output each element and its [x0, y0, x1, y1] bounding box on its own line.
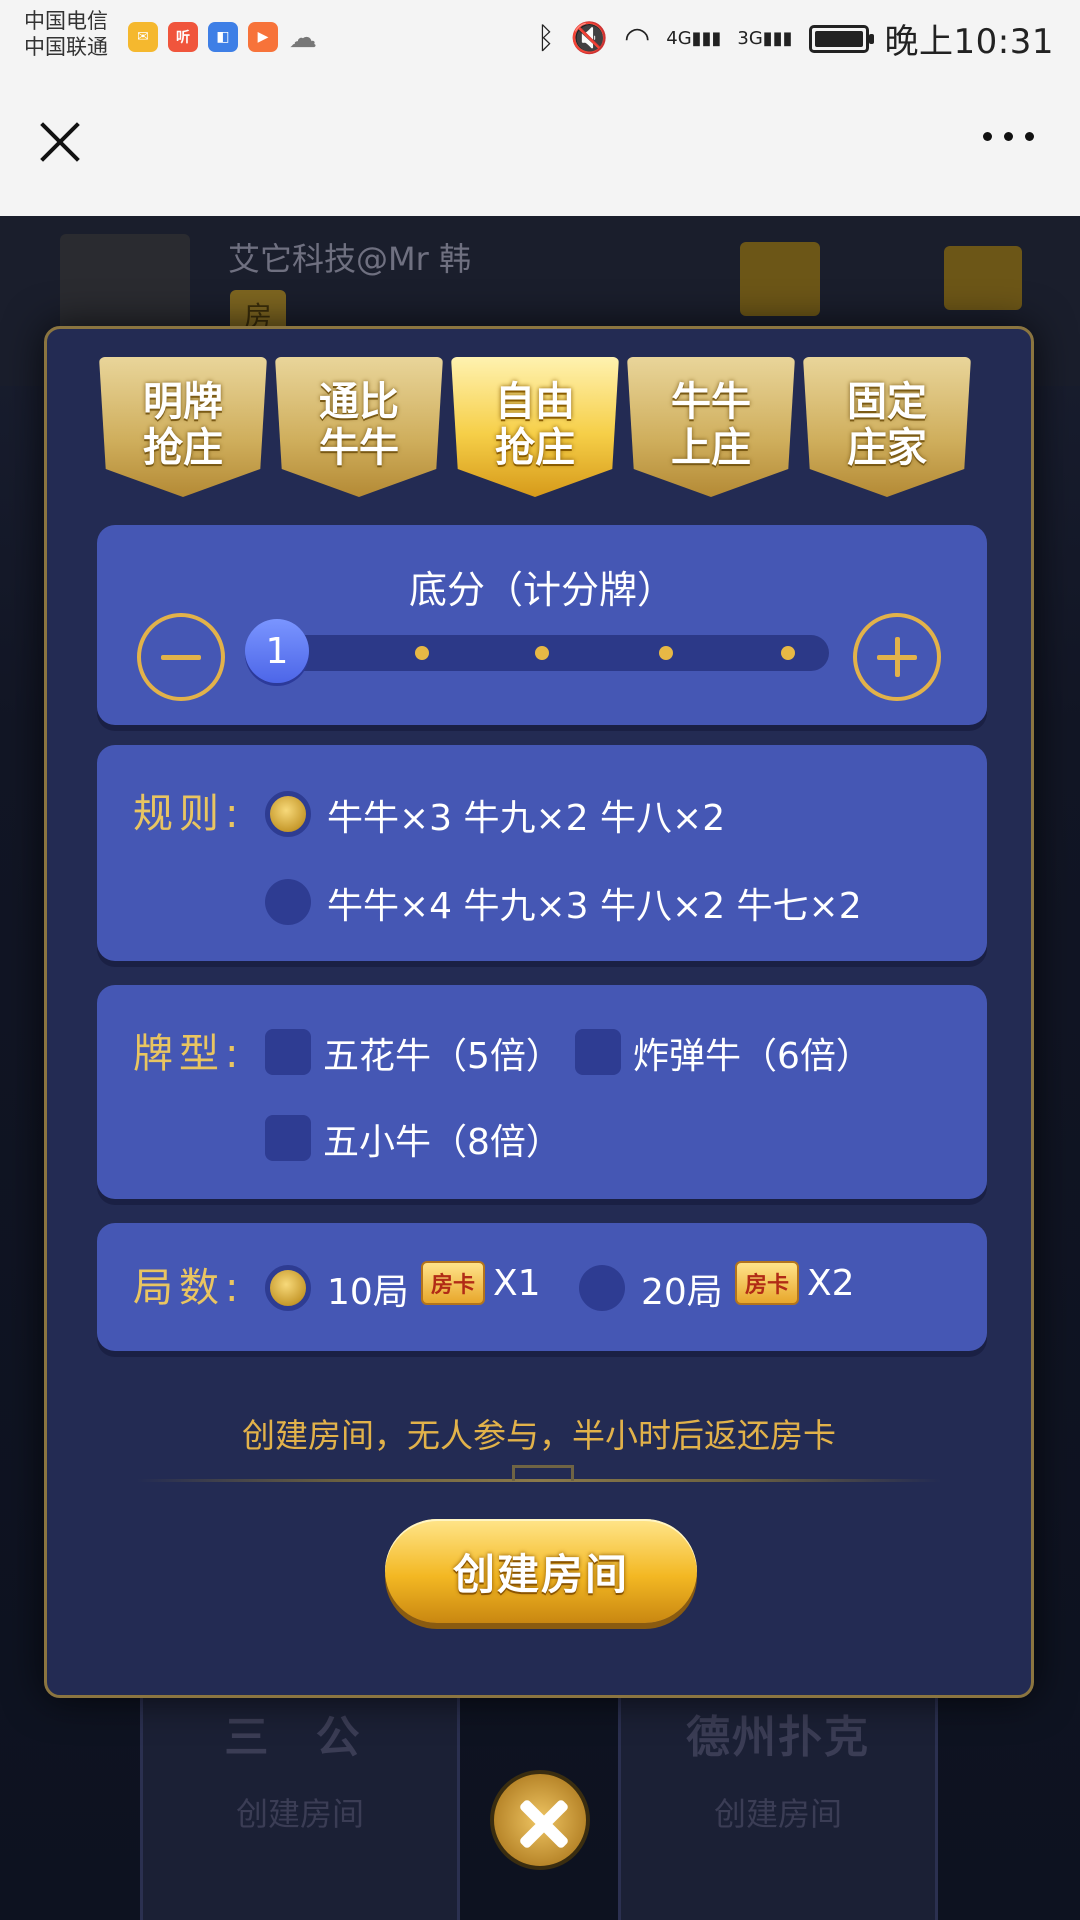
card-types-label: 牌型: — [133, 1031, 245, 1077]
rounds-10-radio[interactable] — [265, 1265, 311, 1311]
bg-card-cta: 创建房间 — [713, 1795, 842, 1833]
close-icon[interactable] — [30, 112, 90, 172]
tab-label-line1: 固定 — [847, 379, 927, 425]
tab-niuniu-shangzhuang[interactable]: 牛牛 上庄 — [627, 357, 795, 497]
app-icon: ◧ — [208, 22, 238, 52]
carrier-2: 中国联通 — [24, 35, 108, 59]
tab-label-line2: 庄家 — [847, 425, 927, 471]
wuhua-checkbox[interactable] — [265, 1029, 311, 1075]
tab-label-line2: 抢庄 — [495, 425, 575, 471]
rule-option-2-radio[interactable] — [265, 879, 311, 925]
rule-option-1-label[interactable]: 牛牛×3 牛九×2 牛八×2 — [327, 789, 725, 841]
rounds-label: 局数: — [133, 1265, 245, 1311]
mode-tabs: 明牌 抢庄 通比 牛牛 自由 抢庄 牛牛 上庄 固定 庄家 — [99, 357, 979, 507]
score-slider-knob[interactable]: 1 — [245, 619, 309, 683]
room-card-icon: 房卡 — [735, 1261, 799, 1305]
increase-button[interactable] — [853, 613, 941, 701]
more-icon[interactable] — [983, 132, 1034, 141]
profile-icon — [944, 246, 1022, 310]
tab-label-line1: 自由 — [495, 379, 575, 425]
bg-card-title: 三 公 — [224, 1712, 376, 1763]
carrier-info: 中国电信 中国联通 — [24, 8, 108, 60]
wifi-icon: ◠ — [624, 21, 651, 56]
close-dialog-icon[interactable] — [490, 1770, 590, 1870]
tab-label-line1: 通比 — [319, 379, 399, 425]
bg-card-sangong: 三 公 创建房间 — [140, 1666, 460, 1920]
bg-card-title: 德州扑克 — [686, 1712, 870, 1763]
status-bar: 中国电信 中国联通 ✉ 听 ◧ ▶ ☁ ᛒ 🔇 ◠ 4G▮▮▮ 3G▮▮▮ 晚上… — [0, 0, 1080, 72]
title-bar — [0, 72, 1080, 216]
card-types-panel: 牌型: 五花牛（5倍） 炸弹牛（6倍） 五小牛（8倍） — [97, 985, 987, 1199]
notification-icons: ✉ 听 ◧ ▶ ☁ — [128, 20, 318, 54]
tab-mingpai[interactable]: 明牌 抢庄 — [99, 357, 267, 497]
username: 艾它科技@Mr 韩 — [228, 240, 471, 278]
rounds-panel: 局数: 10局 房卡 X1 20局 房卡 X2 — [97, 1223, 987, 1351]
score-slider-track[interactable] — [255, 635, 829, 671]
tab-label-line2: 抢庄 — [143, 425, 223, 471]
refund-notice: 创建房间，无人参与，半小时后返还房卡 — [242, 1416, 836, 1455]
wuhua-label[interactable]: 五花牛（5倍） — [323, 1027, 562, 1079]
cloud-icon: ☁ — [289, 20, 317, 54]
video-icon: ▶ — [248, 22, 278, 52]
rules-panel: 规则: 牛牛×3 牛九×2 牛八×2 牛牛×4 牛九×3 牛八×2 牛七×2 — [97, 745, 987, 961]
rule-option-2-label[interactable]: 牛牛×4 牛九×3 牛八×2 牛七×2 — [327, 877, 862, 929]
rounds-10-label[interactable]: 10局 — [327, 1263, 409, 1315]
rounds-20-cost: X2 — [807, 1263, 855, 1304]
create-room-dialog: 明牌抢庄 通比牛牛 自由抢庄 牛牛上庄 固定庄家 底分（计分牌） 1 — [44, 326, 1034, 1698]
wuxiao-checkbox[interactable] — [265, 1115, 311, 1161]
bg-card-cta: 创建房间 — [235, 1795, 364, 1833]
rounds-20-label[interactable]: 20局 — [641, 1263, 723, 1315]
rounds-20-radio[interactable] — [579, 1265, 625, 1311]
divider-ornament — [512, 1465, 574, 1481]
create-room-button[interactable]: 创建房间 — [385, 1519, 697, 1623]
base-score-title: 底分（计分牌） — [408, 568, 675, 612]
signal-3g-icon: 3G▮▮▮ — [737, 27, 793, 49]
gift-icon — [740, 242, 820, 316]
ting-app-icon: 听 — [168, 22, 198, 52]
rounds-10-cost: X1 — [493, 1263, 541, 1304]
tab-tongbi[interactable]: 通比 牛牛 — [275, 357, 443, 497]
zhadan-checkbox[interactable] — [575, 1029, 621, 1075]
rule-option-1-radio[interactable] — [265, 791, 311, 837]
zhadan-label[interactable]: 炸弹牛（6倍） — [633, 1027, 872, 1079]
signal-4g-icon: 4G▮▮▮ — [666, 27, 722, 49]
system-icons: ᛒ 🔇 ◠ 4G▮▮▮ 3G▮▮▮ 晚上10:31 — [537, 14, 1054, 63]
bg-card-texas: 德州扑克 创建房间 — [618, 1666, 938, 1920]
wuxiao-label[interactable]: 五小牛（8倍） — [323, 1113, 562, 1165]
mail-icon: ✉ — [128, 22, 158, 52]
mute-icon: 🔇 — [570, 21, 609, 56]
carrier-1: 中国电信 — [24, 9, 108, 33]
tab-label-line1: 明牌 — [143, 379, 223, 425]
tab-ziyou[interactable]: 自由 抢庄 — [451, 357, 619, 497]
clock: 晚上10:31 — [884, 22, 1054, 62]
room-card-icon: 房卡 — [421, 1261, 485, 1305]
battery-icon — [808, 24, 874, 53]
tab-guding[interactable]: 固定 庄家 — [803, 357, 971, 497]
decrease-button[interactable] — [137, 613, 225, 701]
base-score-panel: 底分（计分牌） 1 — [97, 525, 987, 725]
tab-label-line2: 上庄 — [671, 425, 751, 471]
bluetooth-icon: ᛒ — [536, 21, 555, 56]
tab-label-line2: 牛牛 — [319, 425, 399, 471]
rules-label: 规则: — [133, 791, 245, 837]
tab-label-line1: 牛牛 — [671, 379, 751, 425]
